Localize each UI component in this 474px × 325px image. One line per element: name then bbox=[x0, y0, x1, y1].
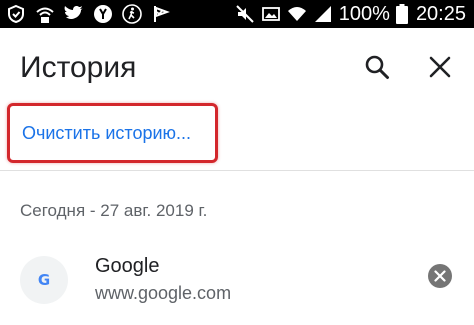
divider bbox=[0, 170, 474, 171]
clock-time: 20:25 bbox=[415, 3, 466, 25]
date-header: Сегодня - 27 авг. 2019 г. bbox=[20, 201, 208, 220]
search-button[interactable] bbox=[360, 50, 394, 84]
history-item[interactable]: G Google www.google.com bbox=[0, 240, 474, 325]
signal-icon bbox=[313, 4, 333, 24]
app-bar: История bbox=[0, 28, 474, 106]
status-bar-right: 100% 20:25 bbox=[235, 0, 466, 28]
yandex-icon bbox=[93, 4, 113, 24]
page-title: История bbox=[20, 51, 137, 84]
clear-history-link[interactable]: Очистить историю... bbox=[22, 122, 191, 144]
pedestrian-icon bbox=[122, 4, 142, 24]
status-bar: 100% 20:25 bbox=[0, 0, 474, 28]
search-icon bbox=[365, 55, 389, 79]
history-item-title: Google bbox=[95, 255, 160, 277]
mute-icon bbox=[235, 4, 255, 24]
image-icon bbox=[261, 4, 281, 24]
battery-icon bbox=[395, 4, 408, 24]
wifi-lock-icon bbox=[35, 4, 55, 24]
clear-history-highlight: Очистить историю... bbox=[7, 103, 218, 163]
wifi-icon bbox=[287, 4, 307, 24]
close-icon bbox=[429, 56, 451, 78]
favicon: G bbox=[20, 256, 68, 304]
shield-icon bbox=[6, 4, 26, 24]
remove-history-item-button[interactable] bbox=[428, 264, 452, 288]
history-item-url: www.google.com bbox=[95, 283, 232, 303]
check-flag-icon bbox=[151, 4, 171, 24]
google-favicon-icon: G bbox=[37, 271, 51, 289]
battery-percent: 100% bbox=[338, 3, 390, 25]
twitter-icon bbox=[64, 4, 84, 24]
close-button[interactable] bbox=[423, 50, 457, 84]
status-bar-left bbox=[6, 0, 171, 28]
remove-circle-icon bbox=[434, 270, 446, 282]
